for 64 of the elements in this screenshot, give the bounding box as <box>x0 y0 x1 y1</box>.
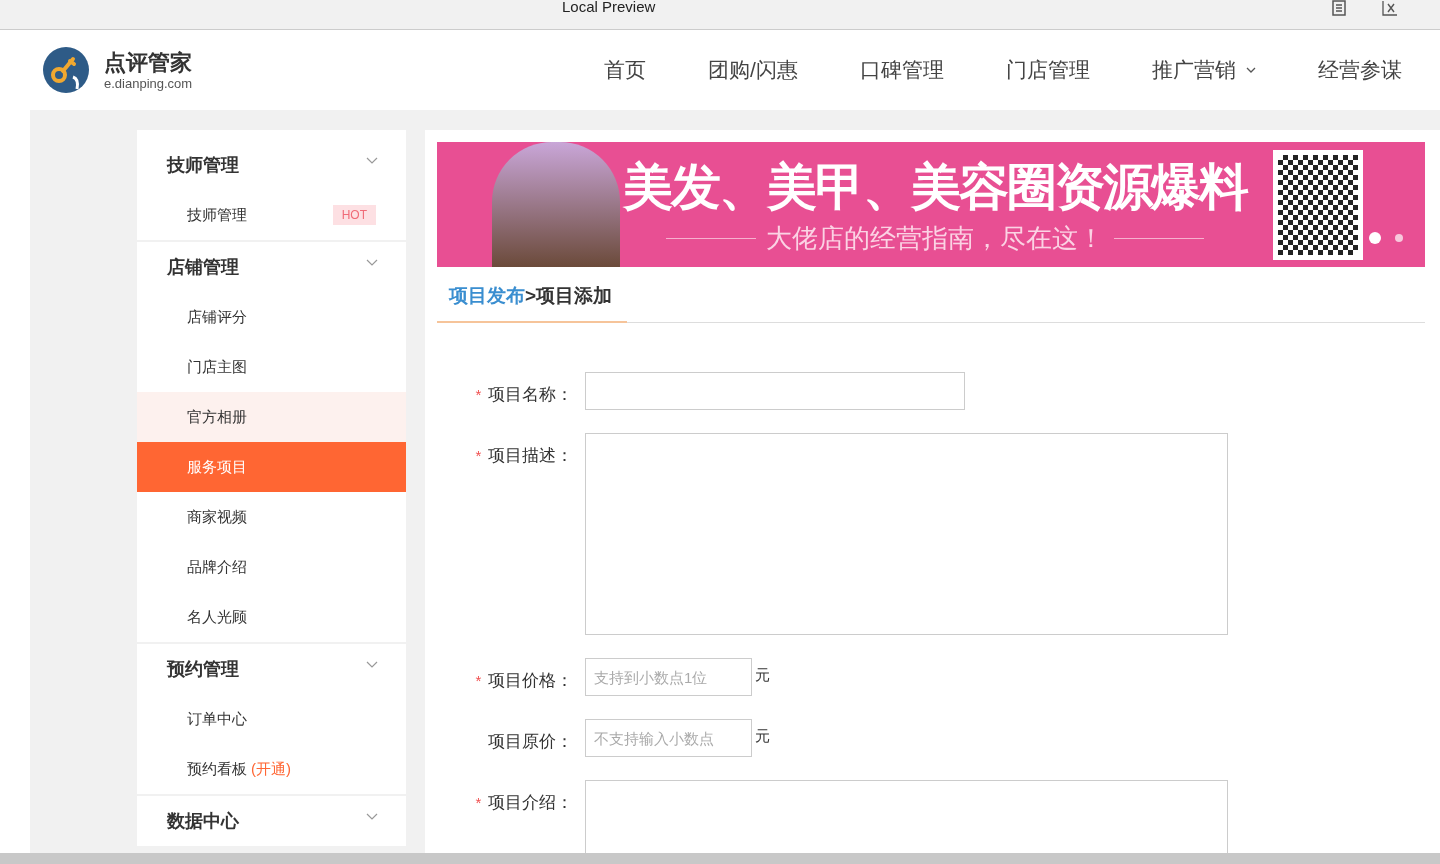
formula-icon[interactable] <box>1381 0 1399 16</box>
sidebar-item[interactable]: 名人光顾 <box>137 592 406 642</box>
input-field[interactable] <box>585 372 965 410</box>
field-label: 项目描述： <box>488 446 573 465</box>
sidebar-item[interactable]: 店铺评分 <box>137 292 406 342</box>
sidebar-item[interactable]: 订单中心 <box>137 694 406 744</box>
unit-label: 元 <box>755 665 770 685</box>
sidebar-item-label: 门店主图 <box>187 357 247 377</box>
nav-link[interactable]: 推广营销 <box>1120 56 1287 84</box>
sidebar-item-label: 名人光顾 <box>187 607 247 627</box>
brand-name: 点评管家 <box>104 49 193 76</box>
sidebar-item[interactable]: 官方相册 <box>137 392 406 442</box>
document-icon[interactable] <box>1331 0 1347 16</box>
sidebar-item[interactable]: 门店主图 <box>137 342 406 392</box>
banner-tagline: 大佬店的经营指南，尽在这！ <box>766 221 1104 255</box>
required-mark: * <box>475 672 482 689</box>
field-label: 项目价格： <box>488 671 573 690</box>
banner-headline: 美发、美甲、美容圈资源爆料 <box>623 157 1247 217</box>
breadcrumb-link[interactable]: 项目发布 <box>449 285 525 306</box>
input-field[interactable]: 不支持输入小数点 <box>585 719 752 757</box>
breadcrumb-current: 项目添加 <box>536 285 613 306</box>
carousel-dot[interactable] <box>1395 234 1403 242</box>
brand-domain: e.dianping.com <box>104 75 193 91</box>
chevron-down-icon <box>366 258 378 266</box>
breadcrumb-separator: > <box>525 285 537 306</box>
sidebar-item-label: 店铺评分 <box>187 307 247 327</box>
sidebar-item-label: 服务项目 <box>187 457 247 477</box>
required-mark: * <box>475 386 482 403</box>
sidebar-item-label: 预约看板 <box>187 759 247 779</box>
promo-banner[interactable]: 美发、美甲、美容圈资源爆料 大佬店的经营指南，尽在这！ <box>437 142 1425 267</box>
chevron-down-icon <box>366 812 378 820</box>
sidebar-group-header[interactable]: 店铺管理 <box>137 242 406 292</box>
sidebar-item-label: 官方相册 <box>187 407 247 427</box>
sidebar-item[interactable]: 技师管理 HOT <box>137 190 406 240</box>
sidebar-item[interactable]: 预约看板 (开通) <box>137 744 406 794</box>
sidebar-group-header[interactable]: 技师管理 <box>137 140 406 190</box>
sidebar-group-header[interactable]: 数据中心 <box>137 796 406 846</box>
nav-link[interactable]: 门店管理 <box>974 56 1121 84</box>
nav-link[interactable]: 口碑管理 <box>828 56 975 84</box>
logo-icon <box>43 47 89 93</box>
sidebar-item[interactable]: 商家视频 <box>137 492 406 542</box>
required-mark: * <box>475 447 482 464</box>
sidebar-group-header[interactable]: 预约管理 <box>137 644 406 694</box>
window-title: Local Preview <box>562 0 656 15</box>
sidebar-item-label: 商家视频 <box>187 507 247 527</box>
required-mark: * <box>475 794 482 811</box>
sidebar-item-label: 品牌介绍 <box>187 557 247 577</box>
horizontal-scrollbar[interactable] <box>0 853 1440 864</box>
input-field[interactable]: 支持到小数点1位 <box>585 658 752 696</box>
chevron-down-icon <box>1245 67 1256 73</box>
sidebar-item[interactable]: 品牌介绍 <box>137 542 406 592</box>
field-label: 项目介绍： <box>488 793 573 812</box>
chevron-down-icon <box>366 660 378 668</box>
unit-label: 元 <box>755 726 770 746</box>
nav-link[interactable]: 经营参谋 <box>1286 56 1433 84</box>
chevron-down-icon <box>366 156 378 164</box>
field-label: 项目名称： <box>488 385 573 404</box>
carousel-dot[interactable] <box>1369 232 1381 244</box>
sidebar-item-label: 技师管理 <box>187 205 247 225</box>
field-label: 项目原价： <box>488 732 573 751</box>
nav-link[interactable]: 首页 <box>573 56 677 84</box>
nav-link[interactable]: 团购/闪惠 <box>677 56 829 84</box>
hot-badge: HOT <box>332 205 376 225</box>
sidebar-item-label: 订单中心 <box>187 709 247 729</box>
